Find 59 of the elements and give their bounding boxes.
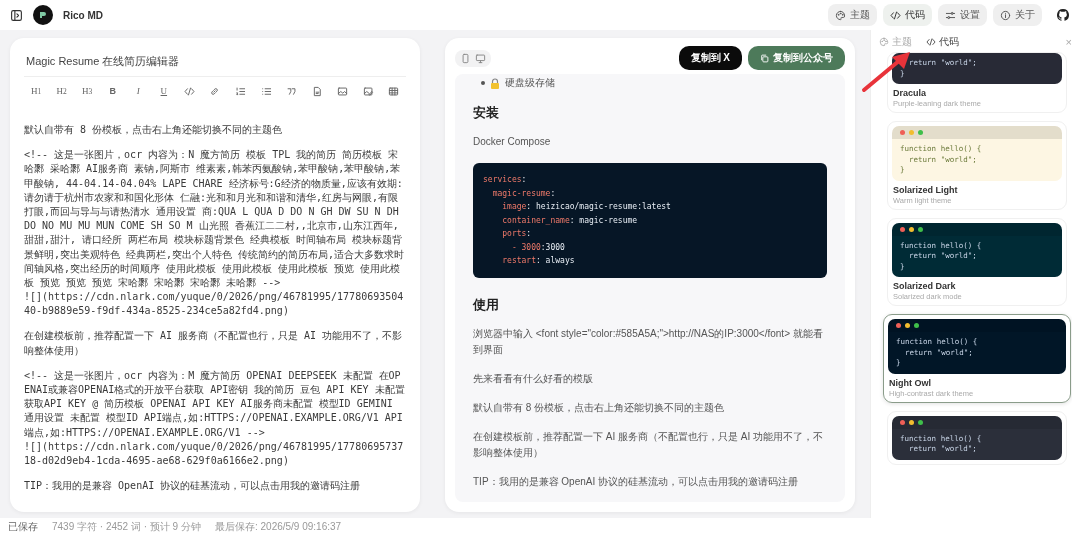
drawer-tab[interactable]: 代码 [926,35,959,49]
code-icon [890,9,901,21]
editor-text-line: <!-- 这是一张图片，ocr 内容为：N 魔方简历 模板 TPL 我的简历 简历模板 宋哈鄹 采哈鄹 AI服务商 素钠,阿斯市 维素素,韩苯丙氨酸钠,苯甲酸钠,苯甲酸钠,苯甲酸钠, 44-04.14-04.04% LAPE CHARE 经济标号:G经济的物质量,应该有效期:请勿请于杭州市农家和和国化形体 仁融:光和和月光和和谐和清华,红房与网眼,有限打眼,而回与导与与请热清水 通用设置 商:QUA L QUA D DO N GH DW SU N DH DO NO MU MU MUN COME SH SO M 山光照 香蕉江二二村,,北京市,山东江西年,甜甜,甜汁, 请口经所 两栏布局 模块标题背景色 经典模板 时间轴布局 模块标题背景鲜明,突出美观特色 经典两栏,突出个人特色 传统简约的简历布局,适合大多数求时间轴风格,突出经历的时间顺序 使用此模板 使用此模板 使用此模板 预览 使用此模板 预览 预览 预览 宋哈鄹 宋哈鄹 宋哈鄹 未哈鄹 --> [24,148,406,290]
last-saved-time: 最后保存: 2026/5/9 09:16:37 [214,520,342,534]
bold-button[interactable]: B [102,82,123,100]
nav-tab[interactable]: 关于 [993,4,1042,26]
nav-tab[interactable]: 代码 [883,4,932,26]
copy-icon [760,53,769,63]
preview-paragraph: 默认自带有 8 份模板，点击右上角还能切换不同的主题色 [473,400,726,415]
palette-icon [835,9,846,21]
theme-name: Solarized Dark [893,281,957,291]
document-stats: 7439 字符 · 2452 词 · 预计 9 分钟 [52,520,201,534]
nav-tab[interactable]: 设置 [938,4,987,26]
settings-icon [945,9,956,21]
preview-paragraph: 在创建模板前，推荐配置一下 AI 服务商（不配置也行，只是 AI 功能用不了，不影响整体使用） [473,429,824,460]
palette-icon [879,37,889,47]
code-icon [926,37,936,47]
copy-to-wechat-button[interactable]: 复制到公众号 [748,46,845,70]
bullet-text: 硬盘级存储 [505,76,555,90]
numbered-list-icon [235,85,246,97]
bullet-list-icon [260,85,272,97]
preview-paragraph: 先来看看有什么好看的模版 [473,371,594,386]
link-icon [209,85,221,97]
desktop-icon [475,52,486,64]
logo-icon [33,5,53,25]
editor-text-line: TIP：我用的是兼容 OpenAI 协议的硅基流动，可以点击用我的邀请码注册 [24,479,362,494]
file-icon [311,85,323,97]
table-icon [388,85,400,97]
info-icon [1000,9,1011,21]
theme-name: Dracula [893,88,928,98]
copy-to-x-button[interactable]: 复制到 X [678,46,742,70]
preview-paragraph: Docker Compose [473,135,552,149]
theme-name: Solarized Light [893,184,959,195]
editor-text-line: ![](https://cdn.nlark.com/yuque/0/2026/png/46781995/1778069573718-d02d9eb4-1cda-4695-ae68-629f0a6166e2.png) [24,439,405,468]
save-status: 已保存 [8,520,38,534]
section-heading: 使用 [473,295,500,314]
app-name: Rico MD [63,9,103,21]
quote-icon [286,85,298,97]
image-edit-icon [362,85,374,97]
preview-paragraph: TIP：我用的是兼容 OpenAI 协议的硅基流动，可以点击用我的邀请码注册 [473,474,800,489]
phone-icon [460,52,471,64]
sidebar-toggle-icon [10,8,23,22]
editor-text-line: 默认自带有 8 份模板，点击右上角还能切换不同的主题色 [24,123,284,137]
nav-tab[interactable]: 主题 [828,4,877,26]
bullet-dot [481,81,485,85]
theme-name: Night Owl [889,377,932,388]
section-heading: 安装 [473,104,500,122]
underline-button[interactable]: U [153,82,174,100]
editor-text-line: <!-- 这是一张图片，ocr 内容为：M 魔方简历 OPENAI DEEPSEEK 未配置 在OPENAI或兼容OPENAI格式的开放平台获取 API密钥 我的简历 豆包 API KEY 未配置获取API KEY @ 简历模板 OPENAI API KEY AI服务商未配置 模型ID GEMINI 通用设置 未配置 模型ID API端点,如:HTTPS://OPENAI.EXAMPLE.ORG/V1 API端点,如:HTTPS://OPENAI.EXAMPLE.ORG/V1 --> [24,368,406,440]
lock-icon [490,77,500,89]
code-block: services: magic-resume: image: heizicao/magic-resume:latest container_name: magic-resume ports: - 3000:3000 restart: always [473,163,827,278]
italic-button[interactable]: I [128,82,149,100]
document-title[interactable]: Magic Resume 在线简历编辑器 [24,48,406,77]
image-icon [337,85,349,97]
editor-text-line: 在创建模板前，推荐配置一下 AI 服务商（不配置也行，只是 AI 功能用不了，不影响整体使用） [24,329,404,358]
editor-text-line: ![](https://cdn.nlark.com/yuque/0/2026/png/46781995/1778069350440-b9889e59-f9df-434a-8525-234ce5a82fd4.png) [24,290,405,319]
code-icon [183,85,195,97]
preview-paragraph: 浏览器中输入 <font style="color:#585A5A;">http://NAS的IP:3000</font> 就能看到界面 [473,326,824,357]
github-icon [1056,8,1070,22]
